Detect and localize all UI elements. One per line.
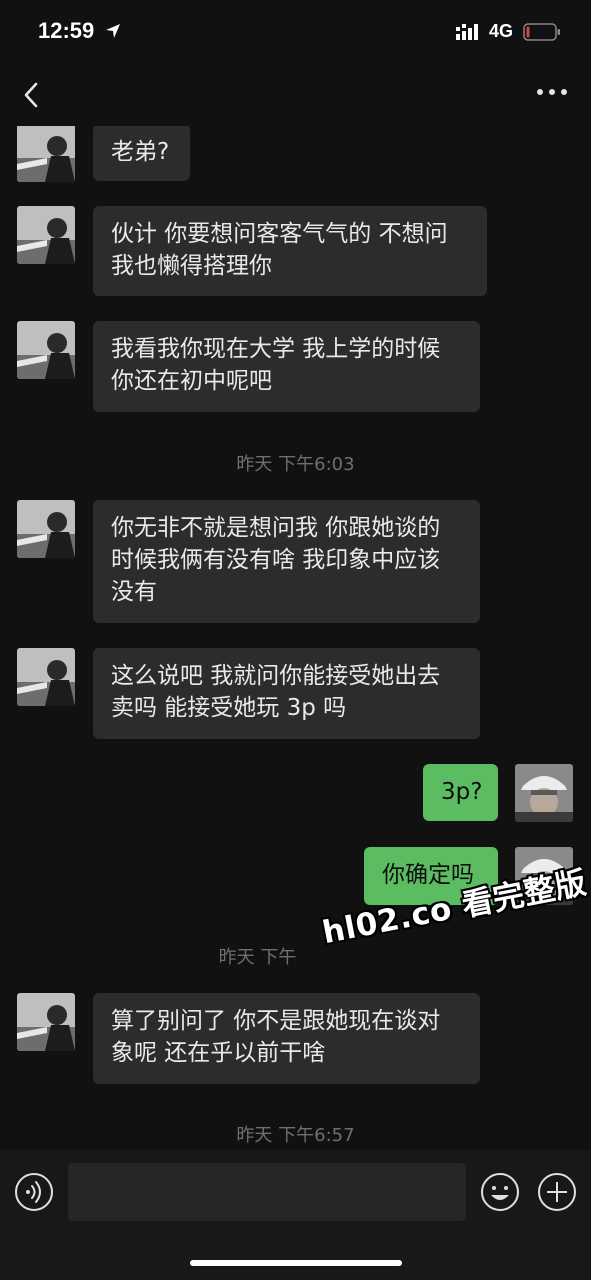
message-text-line: 你无非不就是想问我 你跟她谈的 bbox=[111, 515, 441, 541]
contact-avatar[interactable] bbox=[17, 321, 75, 379]
message-bubble[interactable]: 老弟? bbox=[93, 126, 190, 181]
network-label: 4G bbox=[489, 21, 514, 41]
message-text-line: 算了别问了 你不是跟她现在谈对 bbox=[111, 1008, 441, 1034]
message-text-line: 伙计 你要想问客客气气的 不想问 bbox=[111, 221, 448, 247]
message-text-line: 象呢 还在乎以前干啥 bbox=[111, 1040, 326, 1066]
plus-icon[interactable] bbox=[537, 1172, 577, 1212]
message-text-line: 卖吗 能接受她玩 3p 吗 bbox=[111, 695, 347, 721]
chat-timestamp: 昨天 下午 bbox=[218, 947, 297, 968]
message-text-line: 没有 bbox=[111, 579, 157, 605]
message-input[interactable] bbox=[68, 1163, 466, 1221]
smile-icon[interactable] bbox=[480, 1172, 520, 1212]
chat-timestamp: 昨天 下午6:03 bbox=[236, 454, 355, 475]
message-bubble[interactable]: 伙计 你要想问客客气气的 不想问 我也懒得搭理你 bbox=[93, 206, 487, 296]
message-text-line: 你还在初中呢吧 bbox=[111, 368, 272, 394]
contact-avatar[interactable] bbox=[17, 993, 75, 1051]
contact-avatar[interactable] bbox=[17, 500, 75, 558]
input-bar bbox=[0, 1150, 591, 1280]
more-dots-icon[interactable] bbox=[536, 86, 568, 98]
user-avatar[interactable] bbox=[515, 764, 573, 822]
chat-timestamp: 昨天 下午6:57 bbox=[236, 1125, 355, 1146]
message-text-line: 我也懒得搭理你 bbox=[111, 253, 272, 279]
location-arrow-icon bbox=[106, 24, 120, 38]
contact-avatar[interactable] bbox=[17, 126, 75, 182]
contact-avatar[interactable] bbox=[17, 206, 75, 264]
contact-avatar[interactable] bbox=[17, 648, 75, 706]
message-bubble[interactable]: 算了别问了 你不是跟她现在谈对 象呢 还在乎以前干啥 bbox=[93, 993, 480, 1084]
message-text: 老弟? bbox=[111, 139, 170, 165]
nav-bar bbox=[0, 64, 591, 126]
voice-icon[interactable] bbox=[14, 1172, 54, 1212]
signal-icon bbox=[456, 24, 478, 40]
message-bubble[interactable]: 我看我你现在大学 我上学的时候 你还在初中呢吧 bbox=[93, 321, 480, 412]
message-bubble-outgoing[interactable]: 3p? bbox=[423, 764, 498, 821]
home-indicator[interactable] bbox=[190, 1260, 402, 1266]
message-text: 3p? bbox=[441, 779, 483, 805]
status-time: 12:59 bbox=[38, 18, 95, 43]
chevron-left-icon[interactable] bbox=[20, 78, 44, 112]
status-bar: 12:59 4G bbox=[0, 0, 591, 64]
message-bubble[interactable]: 你无非不就是想问我 你跟她谈的 时候我俩有没有啥 我印象中应该 没有 bbox=[93, 500, 480, 623]
message-text-line: 这么说吧 我就问你能接受她出去 bbox=[111, 663, 441, 689]
message-text-line: 时候我俩有没有啥 我印象中应该 bbox=[111, 547, 441, 573]
message-bubble[interactable]: 这么说吧 我就问你能接受她出去 卖吗 能接受她玩 3p 吗 bbox=[93, 648, 480, 739]
message-text-line: 我看我你现在大学 我上学的时候 bbox=[111, 336, 441, 362]
battery-icon bbox=[523, 23, 560, 41]
chat-message-list[interactable]: 老弟? 伙计 你要想问客客气气的 不想问 我也懒得搭理你 我看我你现在大学 我上… bbox=[0, 126, 591, 1150]
